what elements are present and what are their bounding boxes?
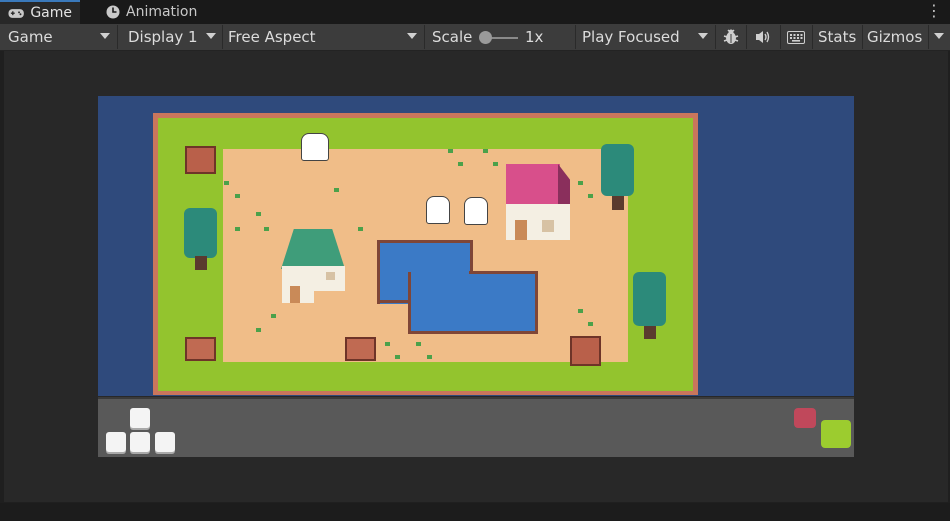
play-mode-label: Play Focused xyxy=(582,28,680,46)
tree xyxy=(633,272,666,326)
separator xyxy=(117,25,118,49)
green-house-door xyxy=(290,286,300,303)
animation-icon xyxy=(106,5,120,19)
tab-game[interactable]: Game xyxy=(0,0,80,24)
tab-animation[interactable]: Animation xyxy=(98,0,205,24)
separator xyxy=(780,25,781,49)
gamepad-icon xyxy=(8,8,24,18)
grass-tuft xyxy=(256,212,261,216)
separator xyxy=(575,25,576,49)
grass-tuft xyxy=(588,322,593,326)
grass-tuft xyxy=(578,309,583,313)
signpost xyxy=(345,337,376,361)
grass-tuft xyxy=(578,181,583,185)
more-options-icon[interactable]: ⋮ xyxy=(926,3,942,21)
grass-tuft xyxy=(235,194,240,198)
grass-tuft xyxy=(235,227,240,231)
tree-trunk xyxy=(195,256,207,270)
dpad-up-button[interactable] xyxy=(130,408,150,428)
play-mode-dropdown[interactable]: Play Focused xyxy=(577,25,715,49)
keyboard-icon xyxy=(787,30,805,44)
pink-house-window xyxy=(542,220,554,232)
gizmos-label: Gizmos xyxy=(867,28,923,46)
gizmos-button[interactable]: Gizmos xyxy=(862,25,928,49)
pond-edge xyxy=(469,271,538,274)
scale-label: Scale xyxy=(432,28,473,46)
tab-game-label: Game xyxy=(30,5,72,21)
separator xyxy=(746,25,747,49)
aspect-label: Free Aspect xyxy=(228,28,316,46)
grass-tuft xyxy=(271,314,276,318)
tree-trunk xyxy=(644,326,656,339)
grass-tuft xyxy=(395,355,400,359)
grass-tuft xyxy=(588,194,593,198)
tree xyxy=(184,208,217,258)
display-mode-label: Game xyxy=(8,28,53,46)
chevron-down-icon xyxy=(206,33,216,39)
green-house-window xyxy=(326,272,335,280)
grass-tuft xyxy=(448,149,453,153)
speaker-icon xyxy=(756,31,770,43)
touch-controls-bar xyxy=(98,397,854,457)
pond-edge xyxy=(380,300,411,303)
wooden-crate xyxy=(570,336,601,366)
grass-tuft xyxy=(385,342,390,346)
grass-tuft xyxy=(256,328,261,332)
grass-tuft xyxy=(416,342,421,346)
chevron-down-icon xyxy=(100,33,110,39)
grass-tuft xyxy=(458,162,463,166)
dpad-left-button[interactable] xyxy=(106,432,126,452)
action-b-button[interactable] xyxy=(794,408,816,428)
tree-trunk xyxy=(612,196,624,210)
aspect-dropdown[interactable]: Free Aspect xyxy=(223,25,423,49)
grass-tuft xyxy=(483,149,488,153)
mute-audio-button[interactable] xyxy=(750,25,780,49)
pink-house-roof xyxy=(506,164,560,204)
bug-icon xyxy=(723,29,739,44)
grass-tuft xyxy=(427,355,432,359)
chevron-down-icon xyxy=(407,33,417,39)
dpad-down-button[interactable] xyxy=(130,432,150,452)
chevron-down-icon xyxy=(698,33,708,39)
game-toolbar: Game Display 1 Free Aspect Scale 1x Play… xyxy=(0,24,950,51)
grass-tuft xyxy=(334,188,339,192)
status-bar xyxy=(0,503,950,521)
pink-house-door xyxy=(515,220,527,240)
grass-tuft xyxy=(358,227,363,231)
ghost-character xyxy=(301,133,329,161)
ghost-character xyxy=(426,196,450,224)
separator xyxy=(424,25,425,49)
tree xyxy=(601,144,634,196)
wooden-crate xyxy=(185,146,216,174)
stats-button[interactable]: Stats xyxy=(813,25,861,49)
ghost-character xyxy=(464,197,488,225)
display-label: Display 1 xyxy=(128,28,198,46)
pond-lower xyxy=(408,272,538,334)
signpost xyxy=(185,337,216,361)
dpad-right-button[interactable] xyxy=(155,432,175,452)
game-viewport[interactable] xyxy=(98,96,854,396)
grass-tuft xyxy=(264,227,269,231)
separator xyxy=(928,25,929,49)
chevron-down-icon[interactable] xyxy=(934,33,944,39)
scale-slider-handle[interactable] xyxy=(479,31,492,44)
action-a-button[interactable] xyxy=(821,420,851,448)
grass-tuft xyxy=(493,162,498,166)
stats-label: Stats xyxy=(818,28,857,46)
scale-value: 1x xyxy=(525,28,544,46)
grass-tuft xyxy=(224,181,229,185)
tab-animation-label: Animation xyxy=(126,4,198,20)
debug-button[interactable] xyxy=(716,25,746,49)
shortcuts-button[interactable] xyxy=(782,25,812,49)
tab-bar: Game Animation ⋮ xyxy=(0,0,950,24)
